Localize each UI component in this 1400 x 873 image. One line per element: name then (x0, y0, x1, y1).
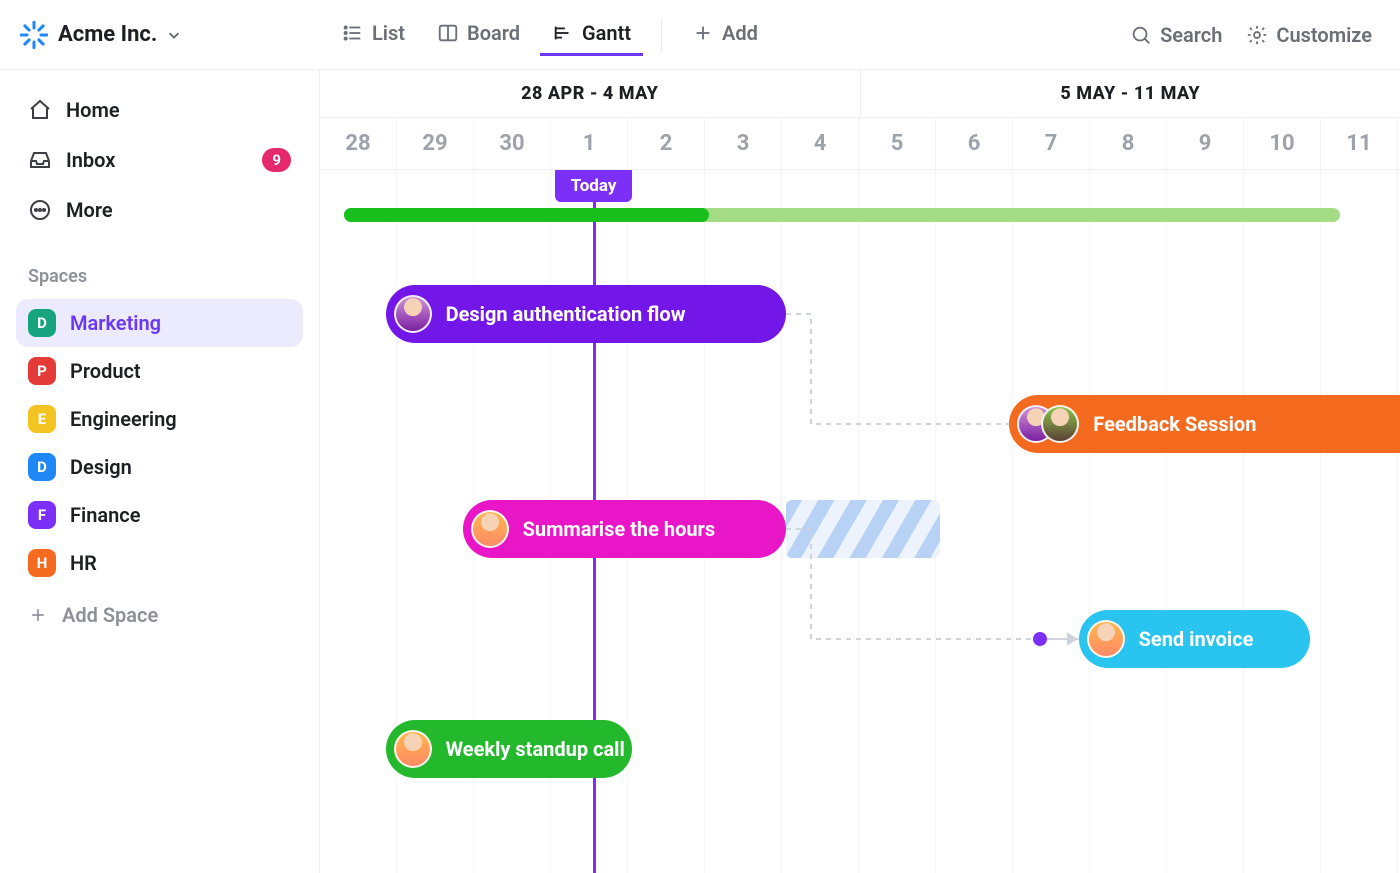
space-item-product[interactable]: P Product (16, 347, 303, 395)
gantt-icon (552, 22, 574, 44)
space-label: Engineering (70, 407, 177, 431)
space-item-engineering[interactable]: E Engineering (16, 395, 303, 443)
inbox-badge: 9 (262, 148, 291, 172)
gantt-chart[interactable]: 28 APR - 4 MAY 5 MAY - 11 MAY 2829301234… (320, 70, 1400, 873)
list-icon (342, 22, 364, 44)
day-header-cell: 10 (1244, 118, 1321, 169)
day-header-cell: 6 (936, 118, 1013, 169)
space-color-chip: D (28, 309, 56, 337)
day-header-cell: 9 (1167, 118, 1244, 169)
view-divider (661, 18, 662, 52)
milestone-marker[interactable] (1033, 632, 1047, 646)
customize-label: Customize (1276, 23, 1372, 47)
assignee-avatars (394, 730, 432, 768)
day-header-cell: 28 (320, 118, 397, 169)
nav-more[interactable]: More (16, 188, 303, 232)
day-header-row: 2829301234567891011 (320, 118, 1400, 170)
inbox-icon (28, 148, 52, 172)
chevron-down-icon (167, 28, 181, 42)
board-icon (437, 22, 459, 44)
search-button[interactable]: Search (1130, 23, 1222, 47)
sidebar: Home Inbox 9 More Spaces D Marketing P Prod… (0, 70, 320, 873)
day-header-cell: 30 (474, 118, 551, 169)
view-list[interactable]: List (330, 13, 417, 56)
customize-button[interactable]: Customize (1246, 23, 1372, 47)
view-add-label: Add (722, 21, 758, 45)
dependency-line (324, 170, 1089, 649)
view-list-label: List (372, 21, 405, 45)
day-header-cell: 1 (551, 118, 628, 169)
day-header-cell: 2 (628, 118, 705, 169)
app-logo-icon (20, 21, 48, 49)
space-item-finance[interactable]: F Finance (16, 491, 303, 539)
nav-more-label: More (66, 198, 113, 222)
view-gantt-label: Gantt (582, 21, 631, 45)
topbar: Acme Inc. List Board Gantt Add Search C (0, 0, 1400, 70)
milestone-arrow-icon (1048, 632, 1076, 646)
top-actions: Search Customize (1130, 23, 1372, 47)
plus-icon (28, 605, 48, 625)
space-label: Finance (70, 503, 140, 527)
day-header-cell: 29 (397, 118, 474, 169)
task-bar[interactable]: Send invoice (1079, 610, 1310, 668)
space-color-chip: E (28, 405, 56, 433)
space-color-chip: F (28, 501, 56, 529)
search-label: Search (1160, 23, 1222, 47)
space-label: Design (70, 455, 132, 479)
workspace-name: Acme Inc. (58, 22, 157, 47)
view-add[interactable]: Add (680, 13, 770, 56)
week-header-1: 28 APR - 4 MAY (320, 70, 861, 117)
add-space-label: Add Space (62, 603, 158, 627)
avatar (394, 730, 432, 768)
day-header-cell: 8 (1090, 118, 1167, 169)
more-icon (28, 198, 52, 222)
gantt-content: TodayDesign authentication flowFeedback … (324, 170, 1400, 873)
space-item-marketing[interactable]: D Marketing (16, 299, 303, 347)
task-label: Send invoice (1139, 627, 1254, 651)
space-item-hr[interactable]: H HR (16, 539, 303, 587)
week-header-row: 28 APR - 4 MAY 5 MAY - 11 MAY (320, 70, 1400, 118)
day-header-cell: 3 (705, 118, 782, 169)
nav-inbox-label: Inbox (66, 148, 115, 172)
spaces-list: D Marketing P Product E Engineering D Design F Fi… (16, 299, 303, 587)
view-tabs: List Board Gantt Add (330, 13, 770, 56)
home-icon (28, 98, 52, 122)
space-color-chip: P (28, 357, 56, 385)
workspace-switcher[interactable]: Acme Inc. (20, 21, 320, 49)
space-label: HR (70, 551, 97, 575)
nav-home[interactable]: Home (16, 88, 303, 132)
nav-inbox[interactable]: Inbox 9 (16, 138, 303, 182)
assignee-avatars (1087, 620, 1125, 658)
day-header-cell: 7 (1013, 118, 1090, 169)
space-color-chip: D (28, 453, 56, 481)
spaces-header: Spaces (16, 266, 303, 293)
gear-icon (1246, 24, 1268, 46)
view-gantt[interactable]: Gantt (540, 13, 643, 56)
space-color-chip: H (28, 549, 56, 577)
day-header-cell: 4 (782, 118, 859, 169)
plus-icon (692, 22, 714, 44)
week-header-2: 5 MAY - 11 MAY (861, 70, 1400, 117)
task-label: Weekly standup call (446, 737, 625, 761)
task-label: Feedback Session (1093, 412, 1256, 436)
view-board[interactable]: Board (425, 13, 532, 56)
avatar (1087, 620, 1125, 658)
space-label: Product (70, 359, 141, 383)
search-icon (1130, 24, 1152, 46)
day-header-cell: 5 (859, 118, 936, 169)
task-bar[interactable]: Weekly standup call (386, 720, 632, 778)
nav-home-label: Home (66, 98, 120, 122)
add-space-button[interactable]: Add Space (16, 593, 303, 637)
space-item-design[interactable]: D Design (16, 443, 303, 491)
space-label: Marketing (70, 311, 161, 335)
day-header-cell: 11 (1321, 118, 1398, 169)
view-board-label: Board (467, 21, 520, 45)
